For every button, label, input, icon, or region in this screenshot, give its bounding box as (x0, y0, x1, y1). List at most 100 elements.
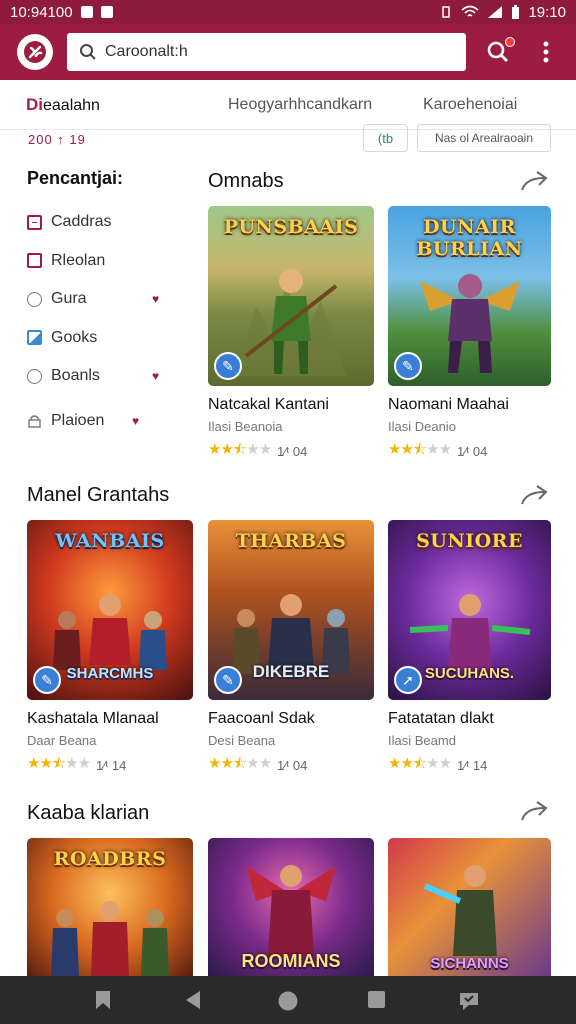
game-card[interactable]: SUNIORE SUCUHANS. ➚ Fatatatan dlakt Ilas… (388, 520, 551, 778)
game-category: Ilasi Deanio (388, 419, 456, 434)
star-rating-icon: ★★⯪★★ (208, 441, 272, 458)
game-card[interactable]: ROOMIANS (208, 838, 374, 976)
app-bar: Caroonalt:h (0, 24, 576, 80)
home-icon[interactable] (277, 990, 299, 1012)
vibrate-icon (442, 6, 451, 18)
tab-label: Heogyarhhcandkarn (228, 95, 373, 113)
tab-label: Karoehenoiai (423, 95, 518, 113)
tab-second[interactable]: Heogyarhhcandkarn (228, 96, 372, 114)
app-logo[interactable] (17, 34, 53, 70)
game-card[interactable]: THARBAS DIKEBRE ✎ Faacoanl Sdak Desi Bea… (208, 520, 374, 778)
game-thumbnail: THARBAS DIKEBRE ✎ (208, 520, 374, 700)
tab-label: eaalahn (43, 96, 100, 114)
character-illustration (236, 269, 346, 376)
filter-chip-label: (tb (377, 130, 394, 146)
filter-chip[interactable]: (tb (363, 124, 408, 152)
game-thumbnail: WANBAIS SHARCMHS ✎ (27, 520, 193, 700)
sidebar-item[interactable]: Gura ♥ (27, 280, 177, 319)
filter-chip-wide[interactable]: Nas ol Arealraoain (417, 124, 551, 152)
sidebar-item[interactable]: Plaioen ♥ (27, 402, 177, 441)
character-illustration (419, 274, 520, 373)
game-thumbnail-title: PUNSBAAIS (223, 216, 359, 238)
sort-label[interactable]: 200 ↑ 19 (28, 132, 86, 147)
forward-arrow-icon[interactable] (520, 170, 550, 192)
game-thumbnail: ROADBRS (27, 838, 193, 976)
game-thumbnail-title: SUNIORE (416, 530, 523, 552)
heart-icon: ♥ (152, 369, 160, 384)
game-name: Fatatatan dlakt (388, 710, 494, 727)
wifi-icon (461, 5, 479, 17)
heart-icon: ♥ (152, 292, 160, 307)
game-thumbnail: ROOMIANS (208, 838, 374, 976)
search-input[interactable]: Caroonalt:h (67, 33, 466, 71)
game-thumbnail-title: ROADBRS (53, 848, 167, 870)
sidebar-item-label: Caddras (51, 213, 112, 231)
status-time-left: 10:94100 (10, 3, 73, 21)
game-rating: ★★⯪★★ 1⁄ᵗ 04 (208, 439, 374, 464)
star-rating-icon: ★★⯪★★ (27, 755, 91, 772)
forward-arrow-icon[interactable] (520, 484, 550, 506)
sidebar-item[interactable]: Rleolan (27, 242, 177, 281)
game-thumbnail-subtitle: ROOMIANS (241, 951, 341, 971)
more-menu-button[interactable] (536, 38, 556, 66)
filter-chip-wide-label: Nas ol Arealraoain (434, 131, 534, 145)
rating-text: 1⁄ᵗ 04 (277, 758, 308, 773)
game-name: Faacoanl Sdak (208, 710, 315, 727)
sidebar-title: Pencantjai: (27, 168, 124, 188)
forward-arrow-icon[interactable] (520, 800, 550, 822)
section-title: Kaaba klarian (27, 802, 150, 824)
signal-icon (488, 6, 503, 18)
game-card[interactable]: PUNSBAAIS ✎ Natcakal Kantani Ilasi Beano… (208, 206, 374, 464)
sidebar-item-label: Plaioen (51, 411, 105, 429)
battery-icon (512, 4, 520, 19)
back-icon[interactable] (184, 990, 202, 1010)
square-blue-icon (27, 330, 42, 346)
section-title: Omnabs (208, 170, 284, 192)
heart-icon: ♥ (132, 413, 140, 428)
search-placeholder: Caroonalt:h (105, 43, 188, 60)
game-category: Daar Beana (27, 733, 97, 748)
badge-icon: ✎ (33, 666, 61, 694)
game-rating: ★★⯪★★ 1⁄ᵗ 14 (27, 753, 193, 778)
game-thumbnail: PUNSBAAIS ✎ (208, 206, 374, 386)
game-rating: ★★⯪★★ 1⁄ᵗ 04 (388, 439, 551, 464)
game-category: Ilasi Beamd (388, 733, 456, 748)
sidebar-item[interactable]: Gooks (27, 319, 177, 358)
square-minus-icon (27, 214, 42, 230)
game-card[interactable]: WANBAIS SHARCMHS ✎ Kashatala Mlanaal Daa… (27, 520, 193, 778)
rating-text: 1⁄ᵗ 14 (457, 758, 488, 773)
game-card[interactable]: ROADBRS (27, 838, 193, 976)
game-card[interactable]: DUNAIR BURLIAN ✎ Naomani Maahai Ilasi De… (388, 206, 551, 464)
tab-mark: Di (26, 94, 43, 114)
sidebar-item[interactable]: Caddras (27, 203, 177, 242)
game-thumbnail-title: WANBAIS (55, 530, 165, 552)
notification-icon (80, 6, 93, 18)
sidebar-item[interactable]: Boanls ♥ (27, 357, 177, 396)
star-rating-icon: ★★⯪★★ (388, 755, 452, 772)
rating-text: 1⁄ᵗ 14 (96, 758, 127, 773)
game-card[interactable]: SICHANNS (388, 838, 551, 976)
game-name: Natcakal Kantani (208, 396, 329, 413)
lock-icon (28, 415, 41, 428)
sidebar-item-label: Gooks (51, 328, 98, 346)
game-rating: ★★⯪★★ 1⁄ᵗ 14 (388, 753, 551, 778)
game-category: Ilasi Beanoia (208, 419, 283, 434)
game-rating: ★★⯪★★ 1⁄ᵗ 04 (208, 753, 374, 778)
search-button[interactable] (486, 37, 515, 64)
filter-bar: 200 ↑ 19 (tb Nas ol Arealraoain (0, 124, 576, 156)
game-thumbnail: DUNAIR BURLIAN ✎ (388, 206, 551, 386)
notification-dot (505, 37, 515, 47)
bookmark-icon[interactable] (94, 990, 112, 1010)
sidebar-item-label: Rleolan (51, 251, 106, 269)
game-name: Naomani Maahai (388, 396, 509, 413)
app-logo-icon (24, 41, 46, 63)
recents-icon[interactable] (367, 990, 386, 1009)
tab-third[interactable]: Karoehenoiai (423, 96, 517, 114)
chat-icon[interactable] (457, 990, 481, 1012)
badge-icon: ✎ (394, 352, 422, 380)
game-thumbnail: SICHANNS (388, 838, 551, 976)
status-time-right: 19:10 (528, 3, 566, 21)
search-icon (80, 44, 96, 60)
tab-main[interactable]: Dieaalahn (26, 95, 100, 115)
game-name: Kashatala Mlanaal (27, 710, 159, 727)
